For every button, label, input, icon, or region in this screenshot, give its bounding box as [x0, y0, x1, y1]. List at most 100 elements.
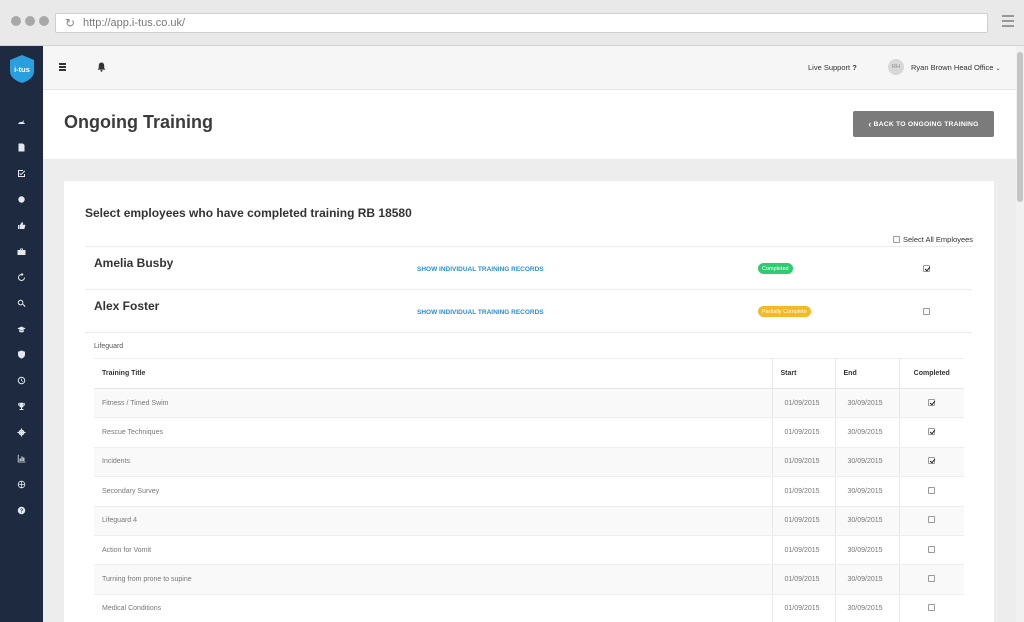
bar-chart-icon [17, 454, 26, 463]
training-title-cell: Incidents [94, 447, 772, 478]
refresh-icon [18, 272, 25, 281]
sidebar-item-gear[interactable] [0, 420, 43, 446]
sidebar-item-asterisk[interactable] [0, 187, 43, 213]
sidebar-item-checklist[interactable] [0, 161, 43, 187]
sidebar-item-thumbs-up[interactable] [0, 213, 43, 239]
sidebar-item-help[interactable]: ? [0, 497, 43, 523]
end-date-cell: 30/09/2015 [834, 506, 899, 536]
start-date-cell: 01/09/2015 [771, 476, 835, 507]
table-row: Turning from prone to supine 01/09/2015 30… [94, 564, 964, 595]
sidebar-item-bar-chart[interactable] [0, 446, 43, 472]
user-label: Ryan Brown Head Office [911, 63, 994, 72]
gear-icon [17, 428, 26, 437]
table-row: Action for Vomit 01/09/2015 30/09/2015 [94, 535, 964, 566]
window-controls [11, 16, 49, 26]
employee-checkbox[interactable] [923, 308, 930, 315]
sidebar-item-briefcase[interactable] [0, 238, 43, 264]
completed-checkbox[interactable] [928, 604, 936, 612]
checklist-icon [18, 170, 26, 178]
completed-cell [898, 506, 964, 536]
start-date-cell: 01/09/2015 [771, 447, 835, 478]
briefcase-icon [17, 248, 26, 255]
completed-cell [898, 476, 964, 507]
status-badge: Partially Complete [758, 306, 811, 317]
clock-icon [17, 377, 26, 385]
show-training-records-link[interactable]: SHOW INDIVIDUAL TRAINING RECORDS [417, 266, 544, 273]
browser-chrome: ↻ http://app.i-tus.co.uk/ [0, 0, 1024, 46]
employee-row: Amelia Busby SHOW INDIVIDUAL TRAINING RE… [85, 246, 972, 289]
graduation-icon [17, 326, 26, 332]
back-to-ongoing-training-button[interactable]: ‹ BACK TO ONGOING TRAINING [853, 111, 994, 137]
live-support-label: Live Support [808, 63, 851, 72]
employee-checkbox[interactable] [923, 265, 930, 272]
row-divider [85, 332, 972, 333]
completed-cell [898, 535, 964, 566]
sidebar-item-shield[interactable] [0, 342, 43, 368]
sidebar-item-trophy[interactable] [0, 394, 43, 420]
select-all-employees[interactable]: Select All Employees [893, 235, 973, 244]
start-date-cell: 01/09/2015 [771, 417, 835, 448]
column-header-title: Training Title [94, 358, 772, 389]
browser-menu-icon[interactable] [1002, 15, 1014, 30]
training-title-cell: Secondary Survey [94, 476, 772, 507]
show-training-records-link[interactable]: SHOW INDIVIDUAL TRAINING RECORDS [417, 309, 544, 316]
dashboard-icon [18, 120, 25, 125]
sidebar-item-globe[interactable] [0, 471, 43, 497]
employee-name: Alex Foster [94, 299, 160, 313]
maximize-dot[interactable] [39, 16, 49, 26]
trophy-icon [18, 403, 25, 411]
training-title-cell: Fitness / Timed Swim [94, 388, 772, 419]
select-all-label: Select All Employees [903, 235, 974, 244]
column-header-start: Start [771, 358, 835, 389]
chevron-down-icon: ⌄ [995, 66, 1001, 72]
sidebar-item-search[interactable] [0, 290, 43, 316]
sidebar-item-clock[interactable] [0, 368, 43, 394]
globe-icon [17, 480, 26, 489]
end-date-cell: 30/09/2015 [834, 535, 899, 566]
address-bar[interactable]: ↻ http://app.i-tus.co.uk/ [55, 13, 988, 33]
completed-checkbox[interactable] [928, 545, 936, 553]
table-row: Secondary Survey 01/09/2015 30/09/2015 [94, 476, 964, 507]
page-header: Ongoing Training ‹ BACK TO ONGOING TRAIN… [43, 90, 1016, 159]
user-menu[interactable]: Ryan Brown Head Office ⌄ [911, 63, 1001, 72]
sidebar-item-document[interactable] [0, 135, 43, 161]
hamburger-menu-icon[interactable] [59, 63, 66, 72]
select-all-checkbox[interactable] [893, 236, 900, 243]
completed-cell [898, 417, 964, 448]
start-date-cell: 01/09/2015 [771, 594, 835, 622]
help-glyph: ? [852, 63, 857, 72]
start-date-cell: 01/09/2015 [771, 506, 835, 536]
asterisk-icon [18, 196, 25, 203]
sidebar-item-refresh[interactable] [0, 264, 43, 290]
sidebar-item-dashboard[interactable] [0, 109, 43, 135]
close-dot[interactable] [11, 16, 21, 26]
page-scrollbar[interactable] [1016, 46, 1024, 622]
start-date-cell: 01/09/2015 [771, 564, 835, 595]
completed-checkbox[interactable] [928, 486, 936, 494]
avatar[interactable]: RH [888, 59, 904, 75]
bell-icon[interactable] [97, 62, 106, 72]
completed-checkbox[interactable] [928, 575, 936, 583]
search-icon [17, 299, 26, 307]
itus-logo[interactable]: i-tus [9, 54, 35, 84]
svg-text:i-tus: i-tus [14, 65, 30, 74]
document-icon [18, 143, 25, 152]
sidebar-item-graduation[interactable] [0, 316, 43, 342]
live-support-link[interactable]: Live Support ? [808, 63, 857, 72]
completed-checkbox[interactable] [928, 398, 936, 406]
completed-checkbox[interactable] [928, 428, 936, 436]
end-date-cell: 30/09/2015 [834, 417, 899, 448]
table-row: Medical Conditions 01/09/2015 30/09/2015 [94, 594, 964, 622]
scrollbar-thumb[interactable] [1017, 52, 1023, 202]
completed-cell [898, 388, 964, 419]
top-bar: Live Support ? RH Ryan Brown Head Office… [43, 46, 1016, 90]
sidebar: i-tus ? [0, 46, 43, 622]
completed-checkbox[interactable] [928, 516, 936, 524]
training-title-cell: Medical Conditions [94, 594, 772, 622]
completed-checkbox[interactable] [928, 457, 936, 465]
section-label: Lifeguard [94, 343, 124, 350]
training-title-cell: Action for Vomit [94, 535, 772, 566]
start-date-cell: 01/09/2015 [771, 388, 835, 419]
minimize-dot[interactable] [25, 16, 35, 26]
reload-icon[interactable]: ↻ [65, 16, 75, 30]
